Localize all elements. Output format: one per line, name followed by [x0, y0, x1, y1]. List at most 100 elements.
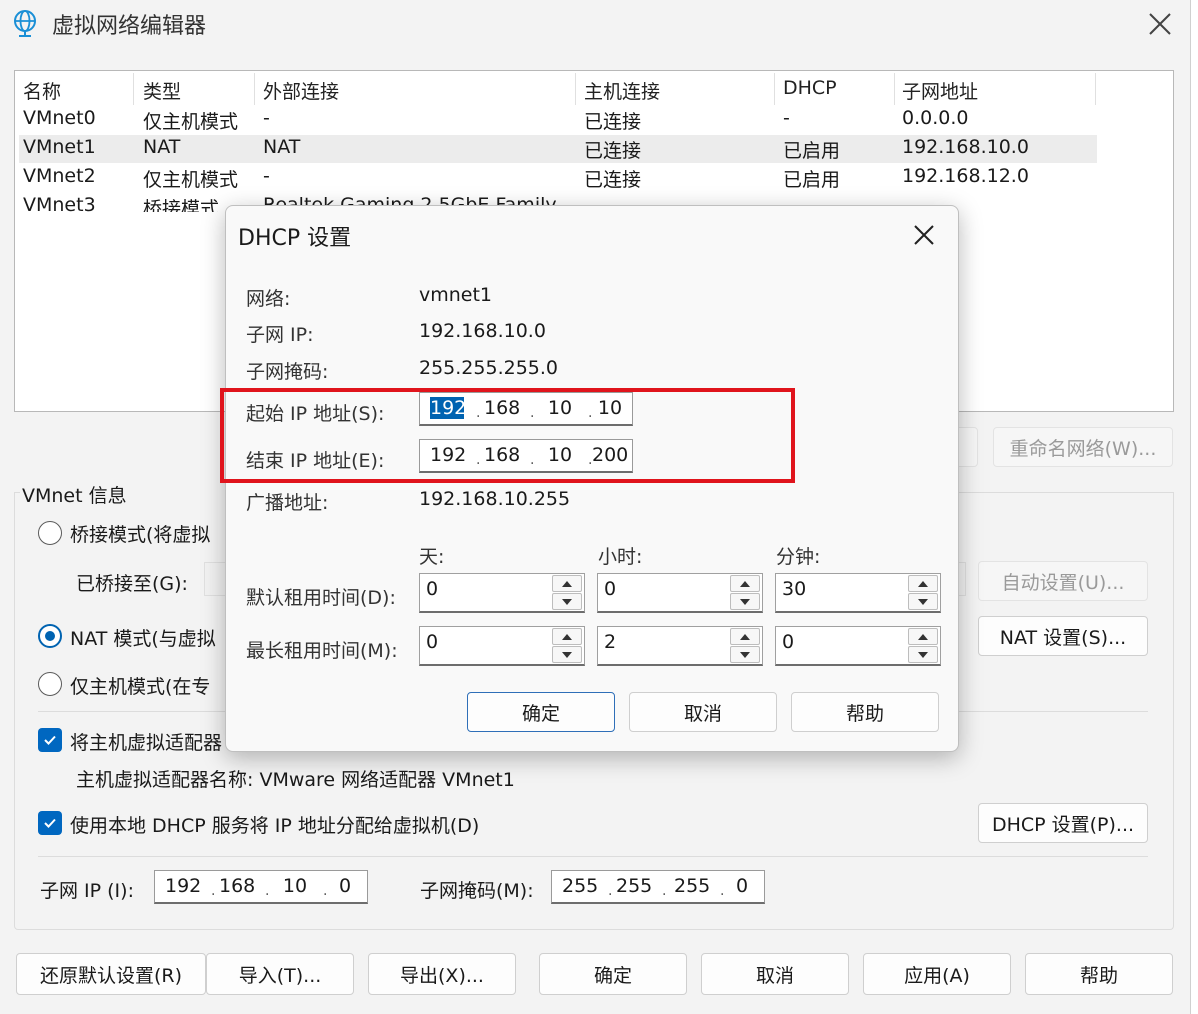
close-icon[interactable] [1140, 4, 1180, 44]
help-button[interactable]: 帮助 [1025, 953, 1173, 995]
max-lease-label: 最长租用时间(M): [246, 640, 398, 662]
broadcast-value: 192.168.10.255 [419, 488, 571, 510]
spin-down-icon[interactable] [908, 593, 938, 610]
spinner-value[interactable]: 0 [426, 578, 438, 600]
ip-octet[interactable]: 168 [219, 875, 255, 897]
spin-up-icon[interactable] [730, 628, 760, 645]
table-cell[interactable]: - [263, 165, 573, 187]
table-cell[interactable]: 已连接 [584, 107, 774, 134]
ip-octet[interactable]: 255 [616, 875, 652, 897]
table-cell[interactable]: - [783, 107, 893, 129]
table-cell[interactable]: VMnet2 [23, 165, 133, 187]
lease-spinner[interactable]: 0 [419, 626, 585, 666]
connect-adapter-label: 将主机虚拟适配器 [70, 732, 223, 754]
subnet-ip-label: 子网 IP (I): [40, 880, 134, 902]
bridged-label: 桥接模式(将虚拟 [70, 524, 211, 546]
hostonly-radio[interactable] [38, 672, 62, 696]
lease-spinner[interactable]: 0 [419, 573, 585, 613]
spin-up-icon[interactable] [552, 575, 582, 592]
connect-adapter-checkbox[interactable] [38, 728, 62, 752]
spinner-value[interactable]: 0 [426, 631, 438, 653]
subnet-mask-input[interactable]: 255. 255. 255. 0 [551, 870, 765, 904]
use-dhcp-checkbox[interactable] [38, 811, 62, 835]
import-button[interactable]: 导入(T)... [206, 953, 354, 995]
checkmark-icon [44, 818, 56, 828]
ip-octet[interactable]: 0 [327, 875, 363, 897]
table-cell[interactable]: VMnet0 [23, 107, 133, 129]
spin-down-icon[interactable] [730, 593, 760, 610]
column-header[interactable]: 外部连接 [263, 77, 573, 104]
cancel-button[interactable]: 取消 [701, 953, 849, 995]
spin-up-icon[interactable] [730, 575, 760, 592]
column-header[interactable]: 主机连接 [584, 77, 774, 104]
auto-settings-button[interactable]: 自动设置(U)... [978, 561, 1148, 601]
spin-up-icon[interactable] [908, 575, 938, 592]
table-cell[interactable]: 192.168.12.0 [902, 165, 1092, 187]
restore-defaults-button[interactable]: 还原默认设置(R) [16, 953, 206, 995]
table-cell[interactable]: 192.168.10.0 [902, 136, 1092, 158]
adapter-name-text: 主机虚拟适配器名称: VMware 网络适配器 VMnet1 [76, 769, 515, 791]
ip-separator: . [265, 883, 270, 899]
spin-down-icon[interactable] [552, 593, 582, 610]
window-title: 虚拟网络编辑器 [52, 14, 207, 39]
lease-spinner[interactable]: 2 [597, 626, 763, 666]
table-cell[interactable]: 0.0.0.0 [902, 107, 1092, 129]
nat-settings-button[interactable]: NAT 设置(S)... [978, 616, 1148, 656]
subnet-mask-label: 子网掩码(M): [420, 880, 534, 902]
spin-up-icon[interactable] [908, 628, 938, 645]
lease-spinner[interactable]: 0 [597, 573, 763, 613]
spinner-value[interactable]: 30 [782, 578, 806, 600]
ip-octet[interactable]: 192 [165, 875, 201, 897]
table-cell[interactable]: VMnet3 [23, 194, 133, 212]
ok-button[interactable]: 确定 [467, 692, 615, 732]
column-header[interactable]: 子网地址 [902, 77, 1092, 104]
close-icon[interactable] [909, 220, 939, 250]
spin-down-icon[interactable] [552, 646, 582, 663]
window-edge [1190, 0, 1198, 1014]
rename-network-button[interactable]: 重命名网络(W)... [993, 427, 1173, 467]
lease-spinner[interactable]: 30 [775, 573, 941, 613]
help-button[interactable]: 帮助 [791, 692, 939, 732]
ip-octet[interactable]: 0 [724, 875, 760, 897]
column-header[interactable]: 类型 [143, 77, 255, 104]
bridged-to-label: 已桥接至(G): [76, 573, 188, 595]
network-label: 网络: [246, 288, 291, 310]
ok-button[interactable]: 确定 [539, 953, 687, 995]
dhcp-settings-button[interactable]: DHCP 设置(P)... [978, 803, 1148, 843]
subnet-mask-label: 子网掩码: [246, 361, 329, 383]
table-cell[interactable]: VMnet1 [23, 136, 133, 158]
bridged-to-select [204, 562, 226, 596]
table-cell[interactable]: 仅主机模式 [143, 165, 255, 192]
apply-button[interactable]: 应用(A) [863, 953, 1011, 995]
hours-column-label: 小时: [598, 546, 643, 568]
export-button[interactable]: 导出(X)... [368, 953, 516, 995]
table-cell[interactable]: 已启用 [783, 165, 893, 192]
spin-down-icon[interactable] [730, 646, 760, 663]
ip-octet[interactable]: 10 [277, 875, 313, 897]
lease-spinner[interactable]: 0 [775, 626, 941, 666]
table-cell[interactable]: - [263, 107, 573, 129]
days-column-label: 天: [419, 546, 445, 568]
cancel-button[interactable]: 取消 [629, 692, 777, 732]
ip-octet[interactable]: 255 [562, 875, 598, 897]
spin-down-icon[interactable] [908, 646, 938, 663]
default-lease-label: 默认租用时间(D): [246, 587, 396, 609]
spin-up-icon[interactable] [552, 628, 582, 645]
bridged-radio[interactable] [38, 521, 62, 545]
spinner-value[interactable]: 2 [604, 631, 616, 653]
nat-radio[interactable] [38, 624, 62, 648]
ip-octet[interactable]: 255 [674, 875, 710, 897]
table-cell[interactable]: NAT [263, 136, 573, 158]
ip-separator: . [608, 883, 613, 899]
table-cell[interactable]: 已连接 [584, 165, 774, 192]
spinner-value[interactable]: 0 [782, 631, 794, 653]
table-cell[interactable]: NAT [143, 136, 255, 158]
table-cell[interactable]: 已启用 [783, 136, 893, 163]
subnet-ip-input[interactable]: 192. 168. 10. 0 [154, 870, 368, 904]
column-header[interactable]: DHCP [783, 77, 893, 99]
column-header[interactable]: 名称 [23, 77, 133, 104]
spinner-value[interactable]: 0 [604, 578, 616, 600]
hostonly-label: 仅主机模式(在专 [70, 676, 211, 698]
table-cell[interactable]: 已连接 [584, 136, 774, 163]
table-cell[interactable]: 仅主机模式 [143, 107, 255, 134]
